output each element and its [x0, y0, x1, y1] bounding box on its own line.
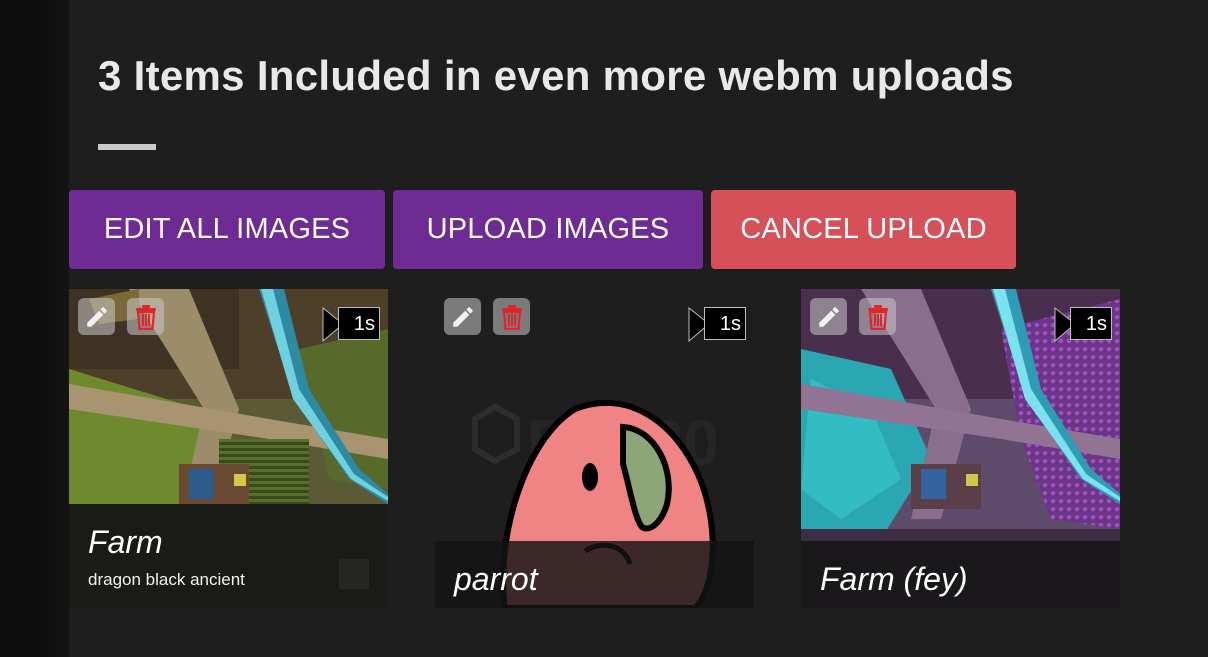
title-divider	[98, 144, 156, 150]
duration-badge: 1s	[688, 307, 746, 342]
item-name: Farm (fey)	[820, 561, 968, 597]
trash-icon	[501, 304, 522, 330]
pencil-icon	[86, 306, 107, 327]
pencil-icon	[452, 306, 473, 327]
upload-item-card: 1s Farm dragon black ancient	[69, 289, 388, 608]
delete-item-button[interactable]	[127, 298, 164, 335]
item-caption: Farm (fey)	[801, 541, 1120, 608]
item-tags: dragon black ancient	[88, 570, 245, 589]
duration-badge: 1s	[1054, 307, 1112, 342]
edit-item-button[interactable]	[78, 298, 115, 335]
trash-icon	[135, 304, 156, 330]
duration-label: 1s	[338, 307, 380, 340]
item-name: Farm	[88, 524, 163, 560]
item-caption: parrot	[435, 541, 754, 608]
pencil-icon	[818, 306, 839, 327]
delete-item-button[interactable]	[493, 298, 530, 335]
upload-item-card: 1s Farm (fey)	[801, 289, 1120, 608]
edit-item-button[interactable]	[444, 298, 481, 335]
trash-icon	[867, 304, 888, 330]
item-caption: Farm dragon black ancient	[69, 504, 388, 608]
cancel-upload-button[interactable]: CANCEL UPLOAD	[711, 190, 1016, 269]
left-sidebar-strip	[0, 0, 69, 657]
edit-item-button[interactable]	[810, 298, 847, 335]
item-name: parrot	[454, 561, 538, 597]
duration-label: 1s	[704, 307, 746, 340]
upload-item-card: Roll20	[435, 289, 754, 608]
upload-images-button[interactable]: UPLOAD IMAGES	[393, 190, 703, 269]
page-title: 3 Items Included in even more webm uploa…	[98, 52, 1014, 99]
delete-item-button[interactable]	[859, 298, 896, 335]
duration-badge: 1s	[322, 307, 380, 342]
upload-page: 3 Items Included in even more webm uploa…	[0, 0, 1208, 657]
duration-label: 1s	[1070, 307, 1112, 340]
edit-all-images-button[interactable]: EDIT ALL IMAGES	[69, 190, 385, 269]
